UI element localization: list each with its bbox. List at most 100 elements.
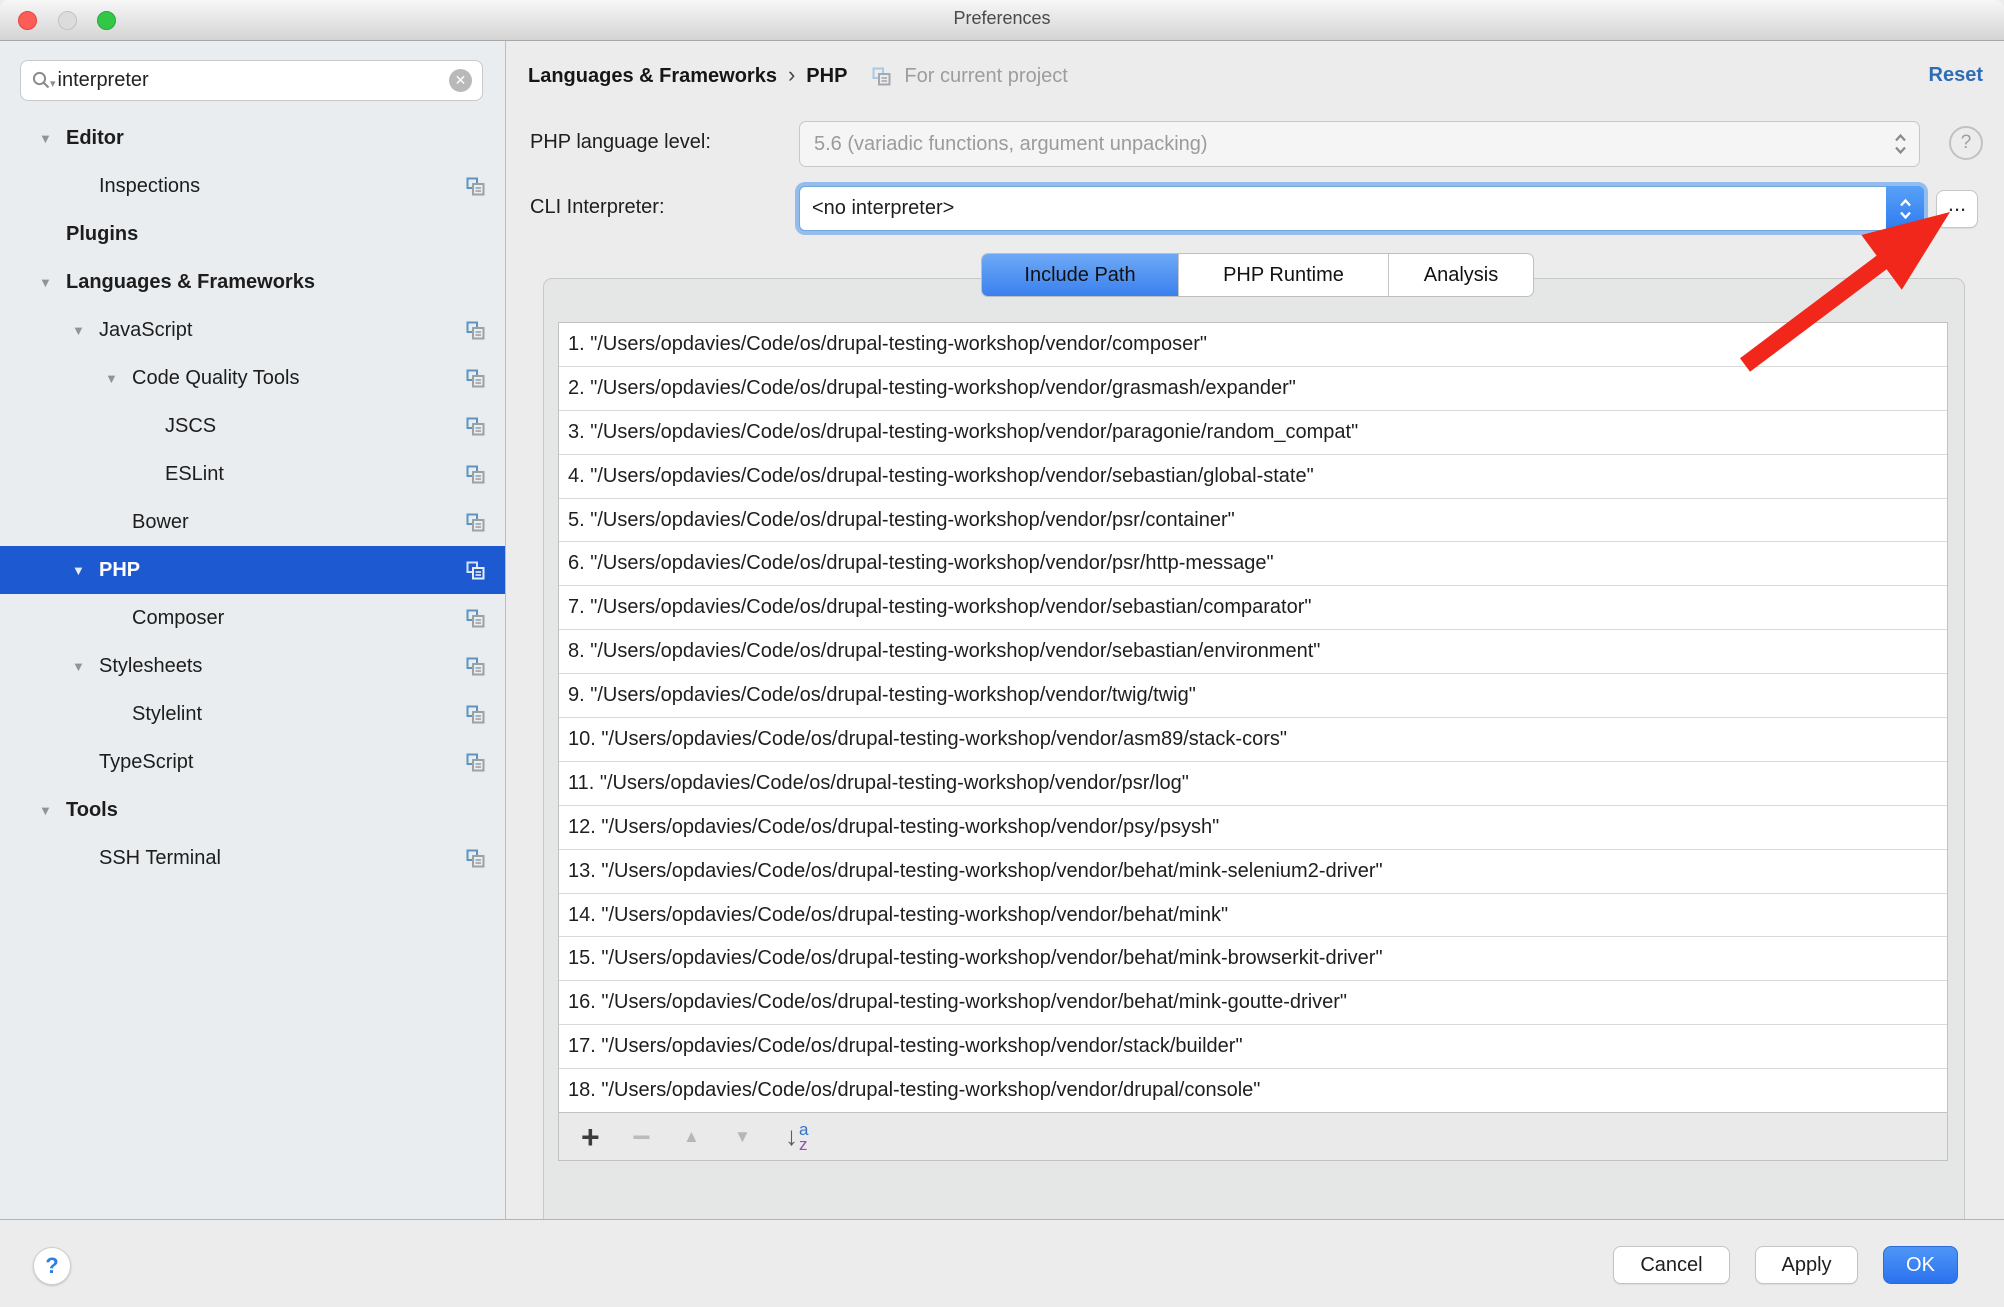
list-toolbar: + − ▲ ▼ ↓ az — [559, 1112, 1947, 1160]
ok-button[interactable]: OK — [1883, 1246, 1958, 1284]
sidebar-item-label: ESLint — [165, 463, 224, 486]
expand-arrow-icon[interactable]: ▼ — [66, 563, 99, 578]
include-path-row[interactable]: 10. "/Users/opdavies/Code/os/drupal-test… — [559, 717, 1947, 761]
project-scope-icon — [466, 561, 485, 580]
include-path-row[interactable]: 13. "/Users/opdavies/Code/os/drupal-test… — [559, 849, 1947, 893]
include-path-row[interactable]: 2. "/Users/opdavies/Code/os/drupal-testi… — [559, 366, 1947, 410]
sidebar-item-label: JavaScript — [99, 319, 192, 342]
include-path-row[interactable]: 1. "/Users/opdavies/Code/os/drupal-testi… — [559, 323, 1947, 366]
sidebar-item-javascript[interactable]: ▼JavaScript — [0, 306, 505, 354]
sidebar-item-typescript[interactable]: TypeScript — [0, 738, 505, 786]
include-path-row[interactable]: 15. "/Users/opdavies/Code/os/drupal-test… — [559, 936, 1947, 980]
language-level-select[interactable]: 5.6 (variadic functions, argument unpack… — [799, 121, 1920, 167]
breadcrumb: Languages & Frameworks › PHP For current… — [528, 61, 1068, 91]
settings-tree: ▼EditorInspectionsPlugins▼Languages & Fr… — [0, 114, 505, 882]
window-title: Preferences — [0, 8, 2004, 29]
language-level-label: PHP language level: — [530, 131, 711, 154]
cli-interpreter-select[interactable]: <no interpreter> — [799, 186, 1924, 231]
apply-button[interactable]: Apply — [1755, 1246, 1858, 1284]
include-path-row[interactable]: 12. "/Users/opdavies/Code/os/drupal-test… — [559, 805, 1947, 849]
help-button[interactable]: ? — [33, 1247, 71, 1285]
minus-icon: − — [632, 1122, 651, 1152]
stepper-icon — [1897, 194, 1914, 224]
sidebar-item-bower[interactable]: Bower — [0, 498, 505, 546]
dialog-footer: ? Cancel Apply OK — [0, 1219, 2004, 1307]
cli-interpreter-stepper[interactable] — [1886, 186, 1924, 231]
tab-analysis[interactable]: Analysis — [1388, 254, 1533, 296]
sidebar-item-eslint[interactable]: ESLint — [0, 450, 505, 498]
project-scope-icon — [466, 513, 485, 532]
sidebar-item-label: PHP — [99, 559, 140, 582]
breadcrumb-php[interactable]: PHP — [806, 65, 847, 88]
sidebar-item-jscs[interactable]: JSCS — [0, 402, 505, 450]
sidebar-item-composer[interactable]: Composer — [0, 594, 505, 642]
expand-arrow-icon[interactable]: ▼ — [33, 275, 66, 290]
include-path-listbox: 1. "/Users/opdavies/Code/os/drupal-testi… — [558, 322, 1948, 1161]
expand-arrow-icon[interactable]: ▼ — [66, 659, 99, 674]
breadcrumb-languages-frameworks[interactable]: Languages & Frameworks — [528, 65, 777, 88]
remove-path-button[interactable]: − — [632, 1122, 683, 1152]
include-path-row[interactable]: 17. "/Users/opdavies/Code/os/drupal-test… — [559, 1024, 1947, 1068]
project-scope-icon — [466, 417, 485, 436]
search-options-caret-icon[interactable]: ▾ — [50, 77, 56, 90]
sidebar-item-label: JSCS — [165, 415, 216, 438]
project-scope-icon — [466, 177, 485, 196]
cancel-button[interactable]: Cancel — [1613, 1246, 1730, 1284]
include-path-row[interactable]: 9. "/Users/opdavies/Code/os/drupal-testi… — [559, 673, 1947, 717]
search-input[interactable] — [58, 69, 449, 92]
include-path-row[interactable]: 8. "/Users/opdavies/Code/os/drupal-testi… — [559, 629, 1947, 673]
project-scope-icon — [466, 465, 485, 484]
sidebar-item-stylesheets[interactable]: ▼Stylesheets — [0, 642, 505, 690]
sidebar-item-editor[interactable]: ▼Editor — [0, 114, 505, 162]
include-path-row[interactable]: 6. "/Users/opdavies/Code/os/drupal-testi… — [559, 541, 1947, 585]
project-scope-icon — [466, 753, 485, 772]
breadcrumb-chevron-icon: › — [788, 62, 795, 88]
down-triangle-icon: ▼ — [734, 1127, 751, 1147]
include-path-row[interactable]: 4. "/Users/opdavies/Code/os/drupal-testi… — [559, 454, 1947, 498]
include-path-row[interactable]: 18. "/Users/opdavies/Code/os/drupal-test… — [559, 1068, 1947, 1112]
reset-link[interactable]: Reset — [1929, 64, 1983, 87]
sidebar-item-label: Stylesheets — [99, 655, 202, 678]
sidebar-item-label: Composer — [132, 607, 224, 630]
expand-arrow-icon[interactable]: ▼ — [66, 323, 99, 338]
scope-label: For current project — [904, 65, 1067, 88]
include-path-row[interactable]: 16. "/Users/opdavies/Code/os/drupal-test… — [559, 980, 1947, 1024]
language-level-help-icon[interactable]: ? — [1949, 126, 1983, 160]
expand-arrow-icon[interactable]: ▼ — [99, 371, 132, 386]
include-path-row[interactable]: 5. "/Users/opdavies/Code/os/drupal-testi… — [559, 498, 1947, 542]
sidebar-item-code-quality-tools[interactable]: ▼Code Quality Tools — [0, 354, 505, 402]
sidebar-item-languages-frameworks[interactable]: ▼Languages & Frameworks — [0, 258, 505, 306]
sidebar-item-inspections[interactable]: Inspections — [0, 162, 505, 210]
sidebar-item-tools[interactable]: ▼Tools — [0, 786, 505, 834]
cli-interpreter-focus-ring: <no interpreter> — [795, 182, 1928, 235]
include-path-row[interactable]: 3. "/Users/opdavies/Code/os/drupal-testi… — [559, 410, 1947, 454]
include-path-row[interactable]: 14. "/Users/opdavies/Code/os/drupal-test… — [559, 893, 1947, 937]
sidebar-item-label: Editor — [66, 127, 124, 150]
sidebar-item-label: TypeScript — [99, 751, 193, 774]
sidebar-item-label: SSH Terminal — [99, 847, 221, 870]
tab-php-runtime[interactable]: PHP Runtime — [1178, 254, 1388, 296]
include-path-row[interactable]: 7. "/Users/opdavies/Code/os/drupal-testi… — [559, 585, 1947, 629]
sort-az-icon: ↓ az — [785, 1121, 808, 1152]
sort-az-button[interactable]: ↓ az — [785, 1121, 836, 1152]
include-path-row[interactable]: 11. "/Users/opdavies/Code/os/drupal-test… — [559, 761, 1947, 805]
sidebar-item-label: Languages & Frameworks — [66, 271, 315, 294]
clear-search-icon[interactable]: ✕ — [449, 69, 472, 92]
cli-interpreter-value: <no interpreter> — [812, 197, 954, 220]
browse-interpreters-button[interactable]: ... — [1936, 190, 1978, 228]
sidebar-item-plugins[interactable]: Plugins — [0, 210, 505, 258]
include-path-list: 1. "/Users/opdavies/Code/os/drupal-testi… — [559, 323, 1947, 1112]
up-triangle-icon: ▲ — [683, 1127, 700, 1147]
tab-include-path[interactable]: Include Path — [982, 254, 1178, 296]
sidebar-item-php[interactable]: ▼PHP — [0, 546, 505, 594]
settings-search-box[interactable]: ▾ ✕ — [20, 60, 483, 101]
add-path-button[interactable]: + — [581, 1122, 632, 1152]
expand-arrow-icon[interactable]: ▼ — [33, 131, 66, 146]
sidebar-item-label: Inspections — [99, 175, 200, 198]
cli-interpreter-label: CLI Interpreter: — [530, 196, 665, 219]
sidebar-item-ssh-terminal[interactable]: SSH Terminal — [0, 834, 505, 882]
move-down-button[interactable]: ▼ — [734, 1127, 785, 1147]
move-up-button[interactable]: ▲ — [683, 1127, 734, 1147]
sidebar-item-stylelint[interactable]: Stylelint — [0, 690, 505, 738]
expand-arrow-icon[interactable]: ▼ — [33, 803, 66, 818]
